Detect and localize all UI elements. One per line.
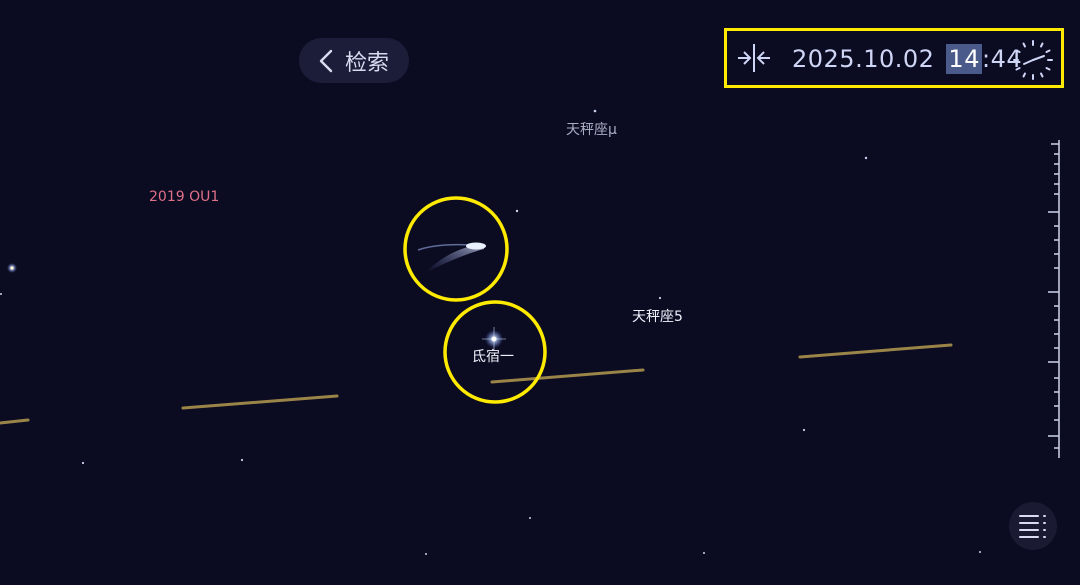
list-menu-button[interactable] [1009,502,1057,550]
time-sync-icon[interactable] [737,43,771,73]
date-field[interactable]: 2025.10.02 [792,45,934,73]
edge-star[interactable] [7,263,17,273]
chevron-left-icon [319,49,333,73]
time-bar: 2025.10.02 14 : 44 [724,28,1064,88]
zoom-ruler[interactable] [1040,140,1062,460]
clock-icon[interactable] [1012,39,1054,81]
label-zubenelgenubi[interactable]: 氐宿一 [472,346,514,366]
back-search-button[interactable]: 检索 [299,38,409,83]
list-menu-icon [1019,515,1046,538]
label-lib5[interactable]: 天秤座5 [632,306,683,326]
comet[interactable] [417,242,486,274]
time-separator: : [981,45,991,73]
label-2019-ou1[interactable]: 2019 OU1 [149,189,219,205]
hour-field[interactable]: 14 [946,44,982,74]
label-mu-lib[interactable]: 天秤座μ [566,119,617,139]
back-search-label: 检索 [344,50,389,76]
